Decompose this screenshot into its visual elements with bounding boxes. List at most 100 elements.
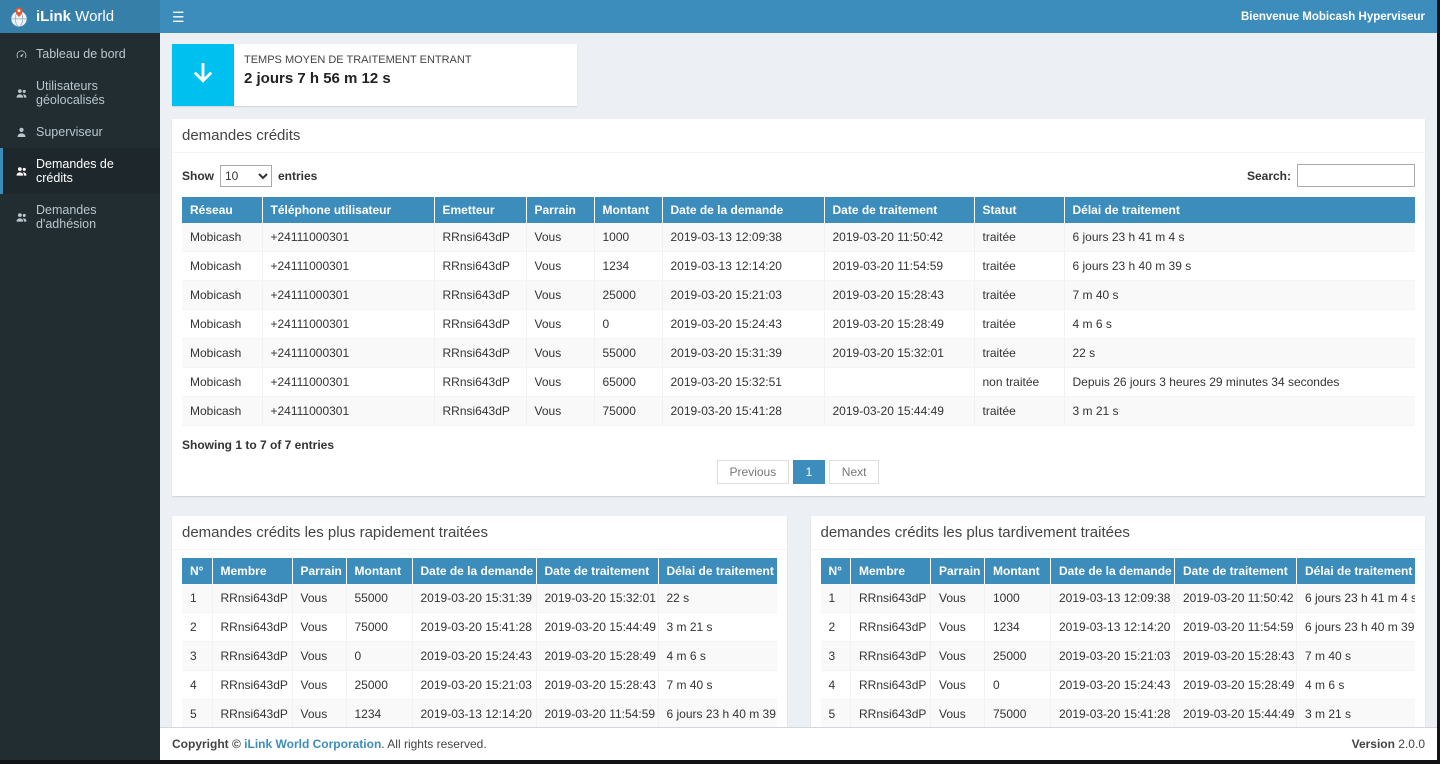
- table-cell: 1234: [985, 613, 1051, 642]
- table-cell: 4: [821, 671, 851, 700]
- table-row: Mobicash+24111000301RRnsi643dPVous550002…: [182, 339, 1415, 368]
- table-cell: Vous: [526, 310, 594, 339]
- pagination-next-button[interactable]: Next: [829, 460, 880, 484]
- summary-panels-row: demandes crédits les plus rapidement tra…: [172, 516, 1425, 727]
- column-header[interactable]: Montant: [594, 197, 662, 223]
- column-header[interactable]: Membre: [212, 558, 292, 584]
- column-header[interactable]: Membre: [851, 558, 931, 584]
- table-cell: 6 jours 23 h 40 m 39 s: [1064, 252, 1415, 281]
- table-cell: 2019-03-20 15:28:49: [1175, 671, 1297, 700]
- table-cell: 2019-03-20 15:31:39: [412, 584, 536, 613]
- column-header[interactable]: Date de traitement: [1175, 558, 1297, 584]
- table-cell: Vous: [526, 339, 594, 368]
- column-header[interactable]: N°: [821, 558, 851, 584]
- table-cell: +24111000301: [262, 223, 434, 252]
- sidebar-item-label: Demandes de crédits: [36, 157, 151, 185]
- column-header[interactable]: Parrain: [526, 197, 594, 223]
- sidebar-item-demandes-de-credits[interactable]: Demandes de crédits: [0, 148, 160, 194]
- table-cell: 25000: [594, 281, 662, 310]
- search-input[interactable]: [1297, 164, 1415, 187]
- table-cell: 1234: [594, 252, 662, 281]
- pagination-page-1-button[interactable]: 1: [793, 460, 826, 484]
- table-cell: Vous: [931, 700, 985, 728]
- column-header[interactable]: Délai de traitement: [658, 558, 777, 584]
- column-header[interactable]: Emetteur: [434, 197, 526, 223]
- table-cell: RRnsi643dP: [212, 700, 292, 728]
- table-cell: RRnsi643dP: [434, 252, 526, 281]
- entries-label: entries: [278, 169, 317, 183]
- table-cell: 2019-03-20 15:28:49: [824, 310, 974, 339]
- column-header[interactable]: Réseau: [182, 197, 262, 223]
- table-cell: 3 m 21 s: [1064, 397, 1415, 426]
- table-cell: 2019-03-20 11:54:59: [536, 700, 658, 728]
- table-cell: Mobicash: [182, 368, 262, 397]
- table-cell: 2019-03-20 15:28:43: [1175, 642, 1297, 671]
- table-cell: Vous: [526, 252, 594, 281]
- column-header[interactable]: Date de la demande: [412, 558, 536, 584]
- table-cell: Vous: [931, 584, 985, 613]
- table-cell: 2019-03-13 12:09:38: [1051, 584, 1175, 613]
- down-arrow-icon: [172, 44, 234, 106]
- table-cell: 2019-03-20 15:44:49: [1175, 700, 1297, 728]
- table-cell: 65000: [594, 368, 662, 397]
- table-cell: traitée: [974, 310, 1064, 339]
- sidebar-item-label: Tableau de bord: [36, 47, 126, 61]
- column-header[interactable]: Délai de traitement: [1064, 197, 1415, 223]
- version-label: Version: [1352, 737, 1395, 751]
- copyright-label: Copyright ©: [172, 737, 244, 751]
- geolocated-users-icon: [15, 87, 28, 100]
- column-header[interactable]: N°: [182, 558, 212, 584]
- pagination-previous-button[interactable]: Previous: [717, 460, 790, 484]
- company-link[interactable]: iLink World Corporation: [244, 737, 381, 751]
- table-cell: 6 jours 23 h 40 m 39 s: [1297, 613, 1416, 642]
- table-cell: Vous: [292, 613, 346, 642]
- table-row: Mobicash+24111000301RRnsi643dPVous02019-…: [182, 310, 1415, 339]
- column-header[interactable]: Parrain: [931, 558, 985, 584]
- sidebar-toggle-hamburger-icon[interactable]: ☰: [172, 10, 185, 24]
- table-cell: 55000: [346, 584, 412, 613]
- column-header[interactable]: Montant: [985, 558, 1051, 584]
- page-footer: Copyright © iLink World Corporation. All…: [160, 727, 1437, 760]
- credits-panel-title: demandes crédits: [172, 119, 1425, 153]
- column-header[interactable]: Date de la demande: [1051, 558, 1175, 584]
- column-header[interactable]: Téléphone utilisateur: [262, 197, 434, 223]
- column-header[interactable]: Date de traitement: [536, 558, 658, 584]
- table-cell: 2019-03-20 15:24:43: [662, 310, 824, 339]
- table-cell: RRnsi643dP: [434, 223, 526, 252]
- column-header[interactable]: Statut: [974, 197, 1064, 223]
- info-box-content: TEMPS MOYEN DE TRAITEMENT ENTRANT 2 jour…: [234, 44, 482, 106]
- table-row: Mobicash+24111000301RRnsi643dPVous123420…: [182, 252, 1415, 281]
- table-cell: Vous: [526, 281, 594, 310]
- table-cell: 75000: [346, 613, 412, 642]
- sidebar-item-label: Demandes d'adhésion: [36, 203, 151, 231]
- sidebar-item-superviseur[interactable]: Superviseur: [0, 116, 160, 148]
- column-header[interactable]: Parrain: [292, 558, 346, 584]
- page-length-select[interactable]: 10: [220, 165, 272, 187]
- sidebar-item-tableau-de-bord[interactable]: Tableau de bord: [0, 38, 160, 70]
- sidebar-item-utilisateurs-geolocalises[interactable]: Utilisateurs géolocalisés: [0, 70, 160, 116]
- page-content: TEMPS MOYEN DE TRAITEMENT ENTRANT 2 jour…: [160, 33, 1437, 727]
- credit-requests-icon: [15, 165, 28, 178]
- table-cell: Vous: [292, 642, 346, 671]
- table-cell: traitée: [974, 281, 1064, 310]
- sidebar: iLink World Tableau de bord Utilisateurs…: [0, 0, 160, 760]
- brand-logo[interactable]: iLink World: [0, 0, 160, 33]
- table-row: Mobicash+24111000301RRnsi643dPVous650002…: [182, 368, 1415, 397]
- column-header[interactable]: Délai de traitement: [1297, 558, 1416, 584]
- welcome-user-menu[interactable]: Bienvenue Mobicash Hyperviseur: [1241, 11, 1425, 23]
- app-window: iLink World Tableau de bord Utilisateurs…: [0, 0, 1437, 760]
- main-area: ☰ Bienvenue Mobicash Hyperviseur TEMPS M…: [160, 0, 1437, 760]
- sidebar-item-demandes-d-adhesion[interactable]: Demandes d'adhésion: [0, 194, 160, 240]
- slowest-table: N°MembreParrainMontantDate de la demande…: [821, 558, 1416, 727]
- supervisor-icon: [15, 126, 28, 139]
- column-header[interactable]: Date de traitement: [824, 197, 974, 223]
- table-cell: Vous: [292, 584, 346, 613]
- table-cell: 55000: [594, 339, 662, 368]
- table-cell: [824, 368, 974, 397]
- table-cell: +24111000301: [262, 252, 434, 281]
- column-header[interactable]: Date de la demande: [662, 197, 824, 223]
- column-header[interactable]: Montant: [346, 558, 412, 584]
- table-cell: Mobicash: [182, 310, 262, 339]
- membership-requests-icon: [15, 211, 28, 224]
- pagination: Previous 1 Next: [182, 460, 1415, 484]
